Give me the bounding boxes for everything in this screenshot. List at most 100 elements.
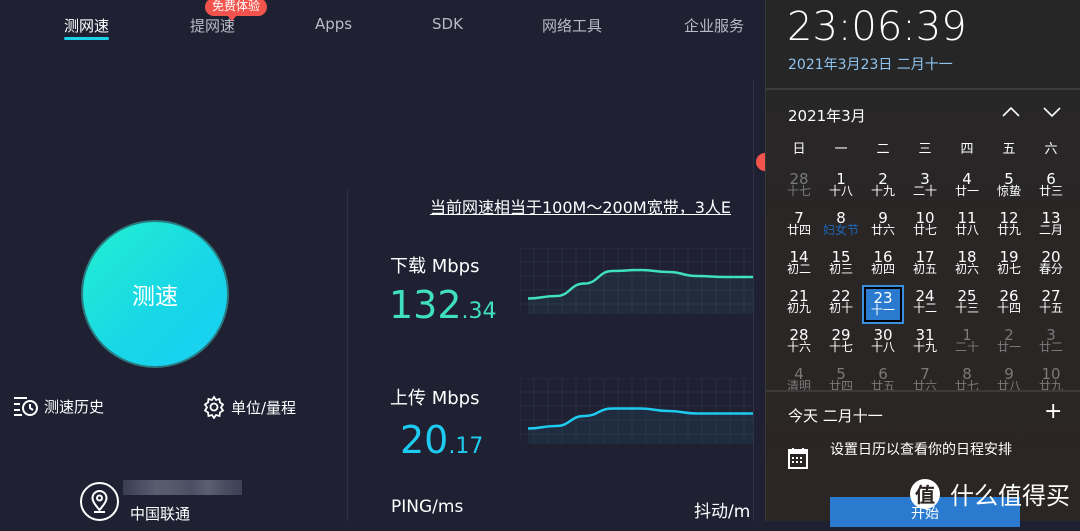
calendar-day[interactable]: 14 初二 xyxy=(778,246,820,285)
calendar-day[interactable]: 5 廿四 xyxy=(820,363,862,402)
calendar-day[interactable]: 7 廿六 xyxy=(904,363,946,402)
calendar-day[interactable]: 28 十六 xyxy=(778,324,820,363)
upload-decimal: .17 xyxy=(448,434,484,459)
ip-address-redacted xyxy=(123,480,242,495)
full-date-link[interactable]: 2021年3月23日 二月十一 xyxy=(788,54,953,74)
lunar-date: 廿二 xyxy=(1038,340,1063,354)
start-speedtest-label: 测速 xyxy=(132,284,178,310)
nav-tab-label: Apps xyxy=(315,15,353,33)
lunar-date: 十八 xyxy=(828,184,853,198)
today-label: 今天 二月十一 xyxy=(788,407,883,425)
lunar-date: 十四 xyxy=(996,301,1021,315)
history-icon xyxy=(14,397,38,416)
lunar-date: 初二 xyxy=(786,262,811,276)
lunar-date: 廿八 xyxy=(954,223,979,237)
calendar-day[interactable]: 2 十九 xyxy=(862,168,904,207)
calendar-day[interactable]: 3 二十 xyxy=(904,168,946,207)
lunar-date: 初三 xyxy=(828,262,853,276)
calendar-day[interactable]: 3 廿二 xyxy=(1030,324,1072,363)
calendar-day[interactable]: 16 初四 xyxy=(862,246,904,285)
weekday-label: 六 xyxy=(1044,142,1058,157)
lunar-date: 春分 xyxy=(1038,262,1063,276)
lunar-date: 妇女节 xyxy=(822,223,859,237)
calendar-day[interactable]: 18 初六 xyxy=(946,246,988,285)
lunar-date: 二十 xyxy=(912,184,937,198)
calendar-day[interactable]: 5 惊蛰 xyxy=(988,168,1030,207)
lunar-date: 二十 xyxy=(954,340,979,354)
lunar-date: 初六 xyxy=(954,262,979,276)
calendar-day[interactable]: 8 妇女节 xyxy=(820,207,862,246)
calendar-day[interactable]: 4 廿一 xyxy=(946,168,988,207)
panel-divider xyxy=(347,190,348,521)
nav-tab-network-tools[interactable]: 网络工具 xyxy=(542,15,602,36)
history-label: 测速历史 xyxy=(44,397,105,416)
lunar-date: 十三 xyxy=(954,301,979,315)
lunar-date: 廿一 xyxy=(996,340,1021,354)
lunar-date: 十九 xyxy=(870,184,895,198)
calendar-day[interactable]: 6 廿五 xyxy=(862,363,904,402)
nav-tab-sdk[interactable]: SDK xyxy=(432,15,463,33)
calendar-day[interactable]: 27 十五 xyxy=(1030,285,1072,324)
chevron-down-icon[interactable] xyxy=(1040,100,1064,124)
speedtest-app: 测网速 提网速 免费体验 Apps SDK 网络工具 企业服务 测速 测速历史 … xyxy=(0,0,768,523)
calendar-day[interactable]: 6 廿三 xyxy=(1030,168,1072,207)
month-title[interactable]: 2021年3月 xyxy=(788,105,866,126)
lunar-date: 二月 xyxy=(1038,223,1063,237)
lunar-date: 廿一 xyxy=(954,184,979,198)
watermark-logo-icon: 值 xyxy=(910,478,940,509)
calendar-day[interactable]: 7 廿四 xyxy=(778,207,820,246)
start-speedtest-button[interactable]: 测速 xyxy=(81,220,229,368)
nav-tab-apps[interactable]: Apps xyxy=(315,15,352,33)
calendar-day[interactable]: 8 廿七 xyxy=(946,363,988,402)
calendar-day[interactable]: 1 二十 xyxy=(946,324,988,363)
units-range-button[interactable]: 单位/量程 xyxy=(202,395,296,419)
history-button[interactable]: 测速历史 xyxy=(13,395,104,417)
calendar-day[interactable]: 10 廿七 xyxy=(904,207,946,246)
lunar-date: 十七 xyxy=(786,184,811,198)
top-nav: 测网速 提网速 免费体验 Apps SDK 网络工具 企业服务 xyxy=(0,0,765,50)
units-label: 单位/量程 xyxy=(231,398,297,417)
watermark-text: 什么值得买 xyxy=(950,482,1070,510)
calendar-day[interactable]: 24 十二 xyxy=(904,285,946,324)
calendar-day[interactable]: 4 清明 xyxy=(778,363,820,402)
calendar-day[interactable]: 11 廿八 xyxy=(946,207,988,246)
calendar-day[interactable]: 9 廿八 xyxy=(988,363,1030,402)
weekday-label: 一 xyxy=(834,142,848,157)
calendar-day[interactable]: 2 廿一 xyxy=(988,324,1030,363)
calendar-day[interactable]: 9 廿六 xyxy=(862,207,904,246)
nav-tab-enterprise[interactable]: 企业服务 xyxy=(684,15,744,36)
calendar-day[interactable]: 31 十九 xyxy=(904,324,946,363)
calendar-day[interactable]: 1 十八 xyxy=(820,168,862,207)
calendar-day[interactable]: 12 廿九 xyxy=(988,207,1030,246)
calendar-day[interactable]: 25 十三 xyxy=(946,285,988,324)
calendar-day[interactable]: 21 初九 xyxy=(778,285,820,324)
calendar-day[interactable]: 13 二月 xyxy=(1030,207,1072,246)
calendar-day-today[interactable]: 23 十一 xyxy=(862,285,904,324)
calendar-day[interactable]: 22 初十 xyxy=(820,285,862,324)
calendar-day[interactable]: 19 初七 xyxy=(988,246,1030,285)
calendar-day[interactable]: 15 初三 xyxy=(820,246,862,285)
download-decimal: .34 xyxy=(461,299,497,324)
nav-tab-label: 网络工具 xyxy=(542,17,603,35)
nav-tab-label: SDK xyxy=(432,15,463,33)
add-event-icon[interactable]: + xyxy=(1044,401,1062,423)
nav-tab-speedtest[interactable]: 测网速 xyxy=(64,15,110,40)
calendar-day[interactable]: 30 十八 xyxy=(862,324,904,363)
calendar-day[interactable]: 20 春分 xyxy=(1030,246,1072,285)
speed-summary-link[interactable]: 当前网速相当于100M～200M宽带，3人E xyxy=(430,194,753,218)
lunar-date: 廿四 xyxy=(786,223,811,237)
weekday-label: 日 xyxy=(792,142,806,157)
calendar-day[interactable]: 29 十七 xyxy=(820,324,862,363)
watermark: 值 什么值得买 xyxy=(910,476,1070,511)
jitter-label: 抖动/m xyxy=(694,502,751,522)
calendar-day[interactable]: 17 初五 xyxy=(904,246,946,285)
calendar-day[interactable]: 26 十四 xyxy=(988,285,1030,324)
gear-icon xyxy=(203,395,225,419)
calendar-day[interactable]: 10 廿九 xyxy=(1030,363,1072,402)
lunar-date: 十八 xyxy=(870,340,895,354)
chevron-up-icon[interactable] xyxy=(999,100,1023,124)
active-tab-indicator xyxy=(64,37,110,40)
calendar-day[interactable]: 28 十七 xyxy=(778,168,820,207)
weekday-label: 五 xyxy=(1002,142,1016,157)
nav-tab-label: 企业服务 xyxy=(684,17,745,35)
